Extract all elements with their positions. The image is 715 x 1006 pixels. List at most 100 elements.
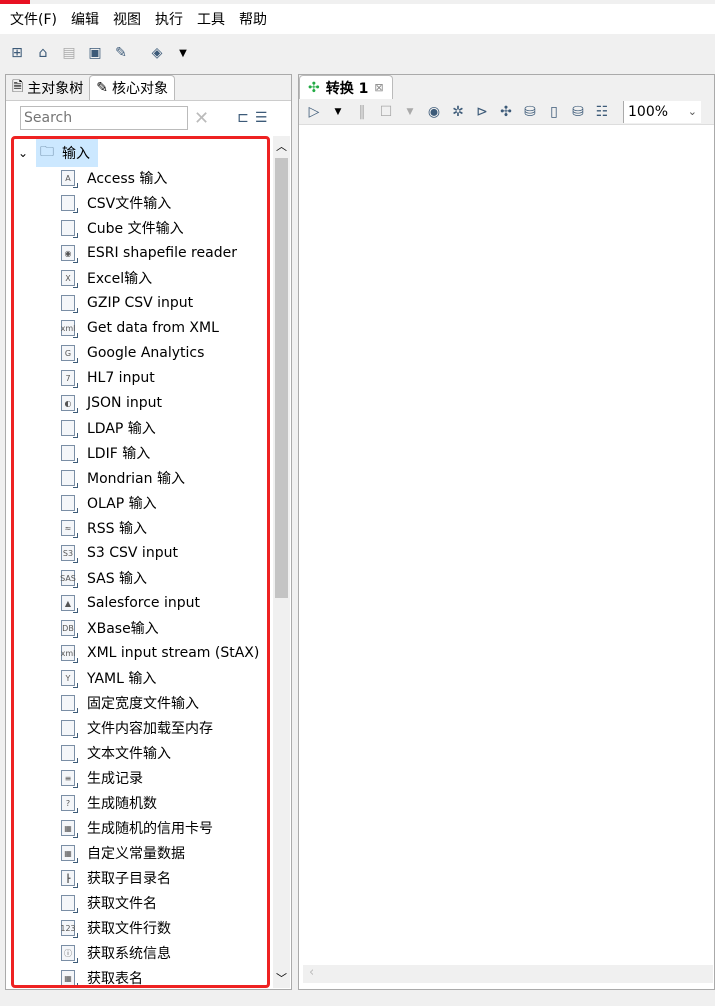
transformation-toolbar: ▷ ▼ ‖ ☐ ▼ ◉ ✲ ⊳ ✣ ⛁ ▯ ⛁ ☷ 100% ⌄ xyxy=(299,99,714,125)
tree-item[interactable]: ▦ 自定义常量数据 xyxy=(61,841,185,865)
save-as-icon[interactable]: ✎ xyxy=(112,44,130,62)
tree-item[interactable]: xml XML input stream (StAX) xyxy=(61,641,259,665)
tree-item[interactable]: 123 获取文件行数 xyxy=(60,916,171,940)
tree-item[interactable]: ▦ 获取表名 xyxy=(61,966,143,985)
chevron-down-icon[interactable]: ⌄ xyxy=(18,146,36,160)
open-icon[interactable]: ⌂ xyxy=(34,44,52,62)
tree-item[interactable]: ▲ Salesforce input xyxy=(61,591,200,615)
tree-item-label: CSV文件输入 xyxy=(87,196,172,212)
canvas[interactable] xyxy=(303,127,713,963)
tree-item[interactable]: 7 HL7 input xyxy=(61,366,155,390)
step-icon: SAS xyxy=(60,570,78,588)
step-icon: ⓘ xyxy=(61,945,78,963)
collapse-all-icon[interactable]: ⊏ xyxy=(237,110,249,126)
tree-item[interactable]: LDAP 输入 xyxy=(61,416,156,440)
tab-transformation[interactable]: ✣ 转换 1 ⊠ xyxy=(299,75,393,99)
tab-core-objects[interactable]: ✎ 核心对象 xyxy=(89,75,175,100)
menu-tools[interactable]: 工具 xyxy=(197,9,225,29)
tree-folder-input[interactable]: ⌄ 🗀 输入 xyxy=(18,139,98,167)
run-dropdown-icon[interactable]: ▼ xyxy=(329,103,347,121)
folder-label: 输入 xyxy=(62,146,90,162)
search-input[interactable] xyxy=(20,106,188,130)
layers-icon[interactable]: ◈ xyxy=(148,44,166,62)
verify-icon[interactable]: ✣ xyxy=(497,103,515,121)
step-icon xyxy=(61,745,78,763)
menu-view[interactable]: 视图 xyxy=(113,9,141,29)
tree-item[interactable]: CSV文件输入 xyxy=(61,191,171,215)
expand-all-icon[interactable]: ☰ xyxy=(255,110,268,126)
tree-item[interactable]: ≈ RSS 输入 xyxy=(61,516,147,540)
step-icon: ? xyxy=(61,795,78,813)
menu-run[interactable]: 执行 xyxy=(155,9,183,29)
explore-icon[interactable]: ▤ xyxy=(60,44,78,62)
tree-item[interactable]: ◐ JSON input xyxy=(61,391,162,415)
tree-item[interactable]: G Google Analytics xyxy=(61,341,204,365)
tab-label: 核心对象 xyxy=(112,81,168,97)
tree-item[interactable]: LDIF 输入 xyxy=(61,441,150,465)
step-icon xyxy=(61,470,78,488)
pause-icon[interactable]: ‖ xyxy=(353,103,371,121)
step-icon: ┣ xyxy=(61,870,78,888)
step-icon: Y xyxy=(61,670,78,688)
new-file-icon[interactable]: ⊞ xyxy=(8,44,26,62)
tree-item[interactable]: Mondrian 输入 xyxy=(61,466,185,490)
tree-item[interactable]: S3 S3 CSV input xyxy=(61,541,178,565)
tree-item[interactable]: DB XBase输入 xyxy=(61,616,159,640)
tree-item[interactable]: SAS SAS 输入 xyxy=(60,566,147,590)
tree-item[interactable]: ? 生成随机数 xyxy=(61,791,157,815)
tree-item[interactable]: 文件内容加载至内存 xyxy=(61,716,213,740)
tree-item[interactable]: 获取文件名 xyxy=(61,891,157,915)
scroll-left-icon[interactable]: ‹ xyxy=(309,965,314,980)
tree-item[interactable]: ▦ 生成随机的信用卡号 xyxy=(61,816,213,840)
step-icon: 7 xyxy=(61,370,78,388)
tree-item[interactable]: OLAP 输入 xyxy=(61,491,157,515)
vertical-scrollbar[interactable]: ︿ ﹀ xyxy=(273,136,290,988)
explore-db-icon[interactable]: ⛁ xyxy=(569,103,587,121)
tree-item[interactable]: GZIP CSV input xyxy=(61,291,193,315)
tree-item[interactable]: Y YAML 输入 xyxy=(61,666,156,690)
tree-item[interactable]: X Excel输入 xyxy=(61,266,152,290)
tree-item[interactable]: ≡ 生成记录 xyxy=(61,766,143,790)
impact-icon[interactable]: ⛁ xyxy=(521,103,539,121)
replay-icon[interactable]: ⊳ xyxy=(473,103,491,121)
run-icon[interactable]: ▷ xyxy=(305,103,323,121)
tree-item[interactable]: Cube 文件输入 xyxy=(61,216,184,240)
step-icon: ◉ xyxy=(61,245,78,263)
tree-item[interactable]: 文本文件输入 xyxy=(61,741,171,765)
tree-item[interactable]: xml Get data from XML xyxy=(61,316,219,340)
scroll-up-icon[interactable]: ︿ xyxy=(276,138,287,154)
dropdown-icon[interactable]: ▼ xyxy=(174,44,192,62)
pencil-icon: ✎ xyxy=(96,80,108,96)
tree-item-label: XML input stream (StAX) xyxy=(87,645,260,661)
stop-dropdown-icon[interactable]: ▼ xyxy=(401,103,419,121)
show-results-icon[interactable]: ☷ xyxy=(593,103,611,121)
tree-item[interactable]: A Access 输入 xyxy=(61,166,167,190)
step-icon xyxy=(61,895,78,913)
clear-icon[interactable]: ✕ xyxy=(194,108,209,129)
menu-help[interactable]: 帮助 xyxy=(239,9,267,29)
scroll-down-icon[interactable]: ﹀ xyxy=(276,970,287,986)
preview-icon[interactable]: ◉ xyxy=(425,103,443,121)
tree-item-label: GZIP CSV input xyxy=(87,295,194,311)
zoom-select[interactable]: 100% ⌄ xyxy=(623,100,701,123)
left-panel: 🗎主对象树 ✎核心对象 ✕ ⊏ ☰ ⌄ 🗀 输入 A Access 输入 CSV文件… xyxy=(5,74,292,990)
horizontal-scrollbar[interactable]: ‹ xyxy=(303,965,713,983)
tree-item-label: Google Analytics xyxy=(87,345,205,361)
menu-edit[interactable]: 编辑 xyxy=(71,9,99,29)
tree-item[interactable]: ⓘ 获取系统信息 xyxy=(61,941,171,965)
tab-main-object-tree[interactable]: 🗎 主对象树 xyxy=(6,75,89,100)
menu-file[interactable]: 文件(F) xyxy=(10,9,57,29)
close-icon[interactable]: ⊠ xyxy=(374,81,383,94)
step-icon: ◐ xyxy=(61,395,78,413)
sql-icon[interactable]: ▯ xyxy=(545,103,563,121)
tree-item[interactable]: ◉ ESRI shapefile reader xyxy=(61,241,237,265)
tree-item[interactable]: ┣ 获取子目录名 xyxy=(61,866,171,890)
tree-item[interactable]: 固定宽度文件输入 xyxy=(61,691,199,715)
stop-icon[interactable]: ☐ xyxy=(377,103,395,121)
menu-bar: 文件(F) 编辑 视图 执行 工具 帮助 xyxy=(0,4,715,34)
step-icon: DB xyxy=(61,620,78,638)
save-icon[interactable]: ▣ xyxy=(86,44,104,62)
debug-icon[interactable]: ✲ xyxy=(449,103,467,121)
step-icon: ▦ xyxy=(61,845,78,863)
scroll-thumb[interactable] xyxy=(275,158,288,598)
